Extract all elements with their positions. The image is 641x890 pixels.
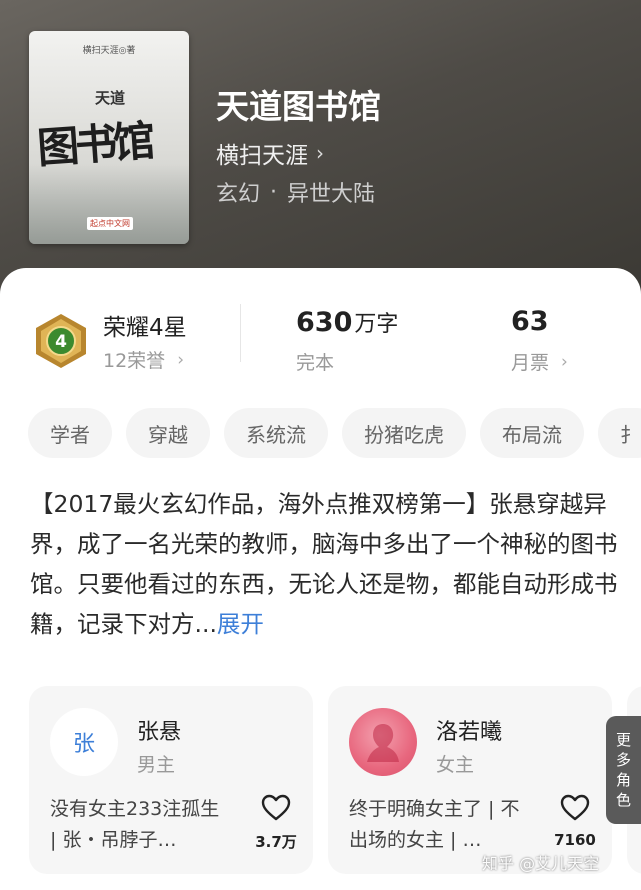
- tag-chip[interactable]: 穿越: [126, 408, 210, 458]
- cover-author-line: 横扫天涯◎著: [82, 46, 136, 56]
- book-description: 【2017最火玄幻作品，海外点推双榜第一】张悬穿越异界，成了一名光荣的教师，脑海…: [30, 484, 620, 644]
- genre: 玄幻: [216, 182, 261, 207]
- cover-small-title: 天道: [95, 89, 126, 107]
- publisher-logo: 起点中文网: [87, 217, 133, 230]
- book-cover[interactable]: 横扫天涯◎著 天道 图书馆 起点中文网: [29, 31, 189, 244]
- character-cards: 张 张悬 男主 没有女主233注孤生 | 张・吊脖子… 3.7万 洛若曦 女主 …: [29, 686, 641, 876]
- character-card[interactable]: 洛若曦 女主 终于明确女主了 | 不出场的女主 | … 7160: [328, 686, 612, 874]
- word-count: 630 万字: [296, 306, 398, 338]
- character-avatar: [349, 708, 417, 776]
- stats-bar: 4 荣耀4星 12荣誉 › 630 万字 完本 63 月票 ›: [0, 268, 641, 388]
- like-button[interactable]: 3.7万: [253, 794, 299, 852]
- word-count-unit: 万字: [354, 312, 399, 337]
- chevron-right-icon: ›: [177, 349, 184, 370]
- book-header: 横扫天涯◎著 天道 图书馆 起点中文网 天道图书馆 横扫天涯 › 玄幻 · 异世…: [0, 0, 641, 300]
- expand-link[interactable]: 展开: [217, 610, 264, 638]
- description-text: 【2017最火玄幻作品，海外点推双榜第一】张悬穿越异界，成了一名光荣的教师，脑海…: [30, 490, 618, 638]
- cover-mist-art: [29, 164, 189, 244]
- honor-link[interactable]: 12荣誉 ›: [103, 346, 184, 373]
- character-avatar: 张: [50, 708, 118, 776]
- character-name: 洛若曦: [436, 720, 503, 745]
- like-count: 7160: [554, 831, 596, 849]
- monthly-tickets-link[interactable]: 月票 ›: [511, 348, 568, 375]
- tag-chip[interactable]: 布局流: [480, 408, 584, 458]
- subgenre: 异世大陆: [287, 182, 376, 207]
- like-button[interactable]: 7160: [552, 794, 598, 849]
- word-count-number: 630: [296, 307, 353, 338]
- honor-badge-icon[interactable]: 4: [32, 312, 90, 370]
- genre-row: 玄幻 · 异世大陆: [216, 176, 375, 208]
- genre-separator: ·: [270, 179, 278, 205]
- more-characters-button[interactable]: 更多角色: [606, 716, 641, 824]
- tag-chip[interactable]: 学者: [28, 408, 112, 458]
- character-tags: 没有女主233注孤生 | 张・吊脖子…: [50, 798, 220, 851]
- monthly-tickets-label: 月票: [511, 352, 550, 374]
- zhihu-watermark: 知乎 @艾儿天空: [482, 854, 600, 873]
- character-tags: 终于明确女主了 | 不出场的女主 | …: [349, 798, 520, 851]
- heart-icon: [261, 794, 291, 821]
- stats-divider: [240, 304, 241, 362]
- honor-count: 12荣誉: [103, 350, 166, 372]
- chevron-right-icon: ›: [316, 141, 324, 165]
- tag-list: 学者 穿越 系统流 扮猪吃虎 布局流 扌: [28, 408, 641, 458]
- author-link[interactable]: 横扫天涯 ›: [216, 136, 324, 170]
- author-name: 横扫天涯: [216, 143, 308, 169]
- tag-chip[interactable]: 扌: [598, 408, 641, 458]
- character-name: 张悬: [137, 720, 182, 745]
- monthly-tickets-count: 63: [511, 306, 549, 337]
- like-count: 3.7万: [255, 833, 297, 851]
- heart-icon: [560, 794, 590, 821]
- tag-chip[interactable]: 扮猪吃虎: [342, 408, 466, 458]
- completion-status: 完本: [296, 352, 335, 374]
- character-role: 男主: [137, 754, 176, 776]
- character-role: 女主: [436, 754, 475, 776]
- book-detail-sheet: 4 荣耀4星 12荣誉 › 630 万字 完本 63 月票 › 学者 穿越 系统…: [0, 268, 641, 890]
- honor-title: 荣耀4星: [103, 315, 187, 341]
- chevron-right-icon: ›: [561, 351, 568, 372]
- book-title: 天道图书馆: [216, 87, 381, 126]
- silhouette-icon: [367, 724, 399, 762]
- character-card[interactable]: 张 张悬 男主 没有女主233注孤生 | 张・吊脖子… 3.7万: [29, 686, 313, 874]
- tag-chip[interactable]: 系统流: [224, 408, 328, 458]
- badge-level: 4: [55, 332, 67, 352]
